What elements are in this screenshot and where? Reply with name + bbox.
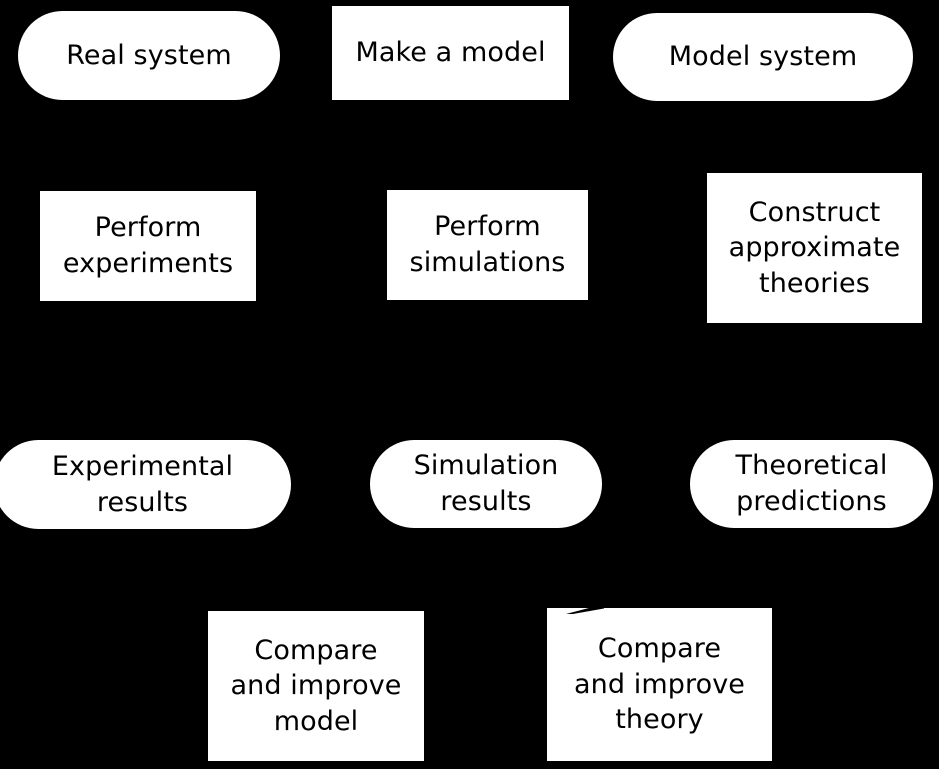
node-construct-approximate-theories-label: Construct approximate theories [728, 196, 901, 299]
node-compare-and-improve-model[interactable]: Compare and improve model [208, 611, 424, 761]
node-experimental-results-label: Experimental results [51, 450, 234, 518]
node-perform-experiments-label: Perform experiments [62, 212, 234, 279]
node-real-system[interactable]: Real system [18, 11, 280, 100]
node-experimental-results[interactable]: Experimental results [0, 440, 291, 529]
node-compare-and-improve-model-label: Compare and improve model [230, 634, 402, 737]
node-model-system-label: Model system [668, 41, 858, 73]
node-compare-and-improve-theory[interactable]: Compare and improve theory [547, 608, 772, 761]
node-perform-simulations[interactable]: Perform simulations [387, 190, 588, 300]
node-perform-simulations-label: Perform simulations [409, 211, 566, 278]
node-simulation-results[interactable]: Simulation results [370, 440, 602, 528]
node-theoretical-predictions-label: Theoretical predictions [735, 450, 888, 517]
node-make-a-model[interactable]: Make a model [332, 6, 569, 100]
node-make-a-model-label: Make a model [355, 37, 546, 69]
node-theoretical-predictions[interactable]: Theoretical predictions [690, 440, 933, 528]
node-construct-approximate-theories[interactable]: Construct approximate theories [707, 173, 922, 323]
node-model-system[interactable]: Model system [613, 13, 913, 101]
node-real-system-label: Real system [66, 39, 232, 71]
node-perform-experiments[interactable]: Perform experiments [40, 191, 256, 301]
node-simulation-results-label: Simulation results [413, 450, 559, 517]
diagram-canvas: Real system Make a model Model system Pe… [0, 0, 939, 769]
node-compare-and-improve-theory-label: Compare and improve theory [573, 633, 746, 736]
